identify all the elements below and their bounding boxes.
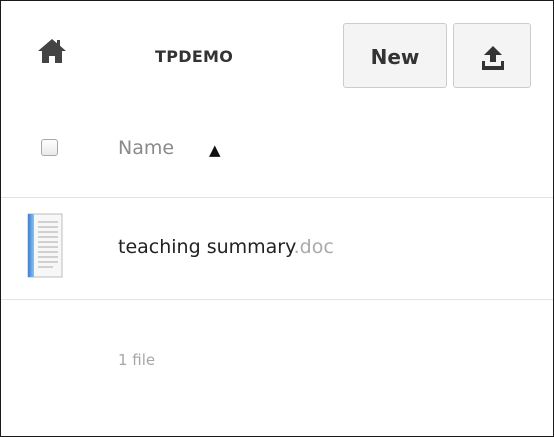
- file-name-base: teaching summary: [118, 236, 294, 258]
- file-extension: .doc: [293, 236, 334, 258]
- file-browser-panel: TPDEMO New Name ▲ teaching summary.doc 1…: [0, 0, 554, 437]
- file-name-link[interactable]: teaching summary.doc: [118, 236, 334, 258]
- document-icon[interactable]: [27, 213, 63, 278]
- header-divider: [1, 197, 553, 198]
- upload-icon: [482, 46, 504, 70]
- new-button-label: New: [370, 45, 420, 69]
- home-icon[interactable]: [37, 38, 67, 64]
- sort-ascending-icon[interactable]: ▲: [209, 141, 221, 159]
- row-divider: [1, 299, 553, 300]
- new-button[interactable]: New: [343, 23, 447, 88]
- breadcrumb-current-folder[interactable]: TPDEMO: [155, 47, 233, 66]
- select-all-checkbox[interactable]: [41, 139, 58, 156]
- name-column-header[interactable]: Name: [118, 137, 174, 159]
- upload-button[interactable]: [453, 23, 531, 88]
- file-count-summary: 1 file: [118, 351, 156, 369]
